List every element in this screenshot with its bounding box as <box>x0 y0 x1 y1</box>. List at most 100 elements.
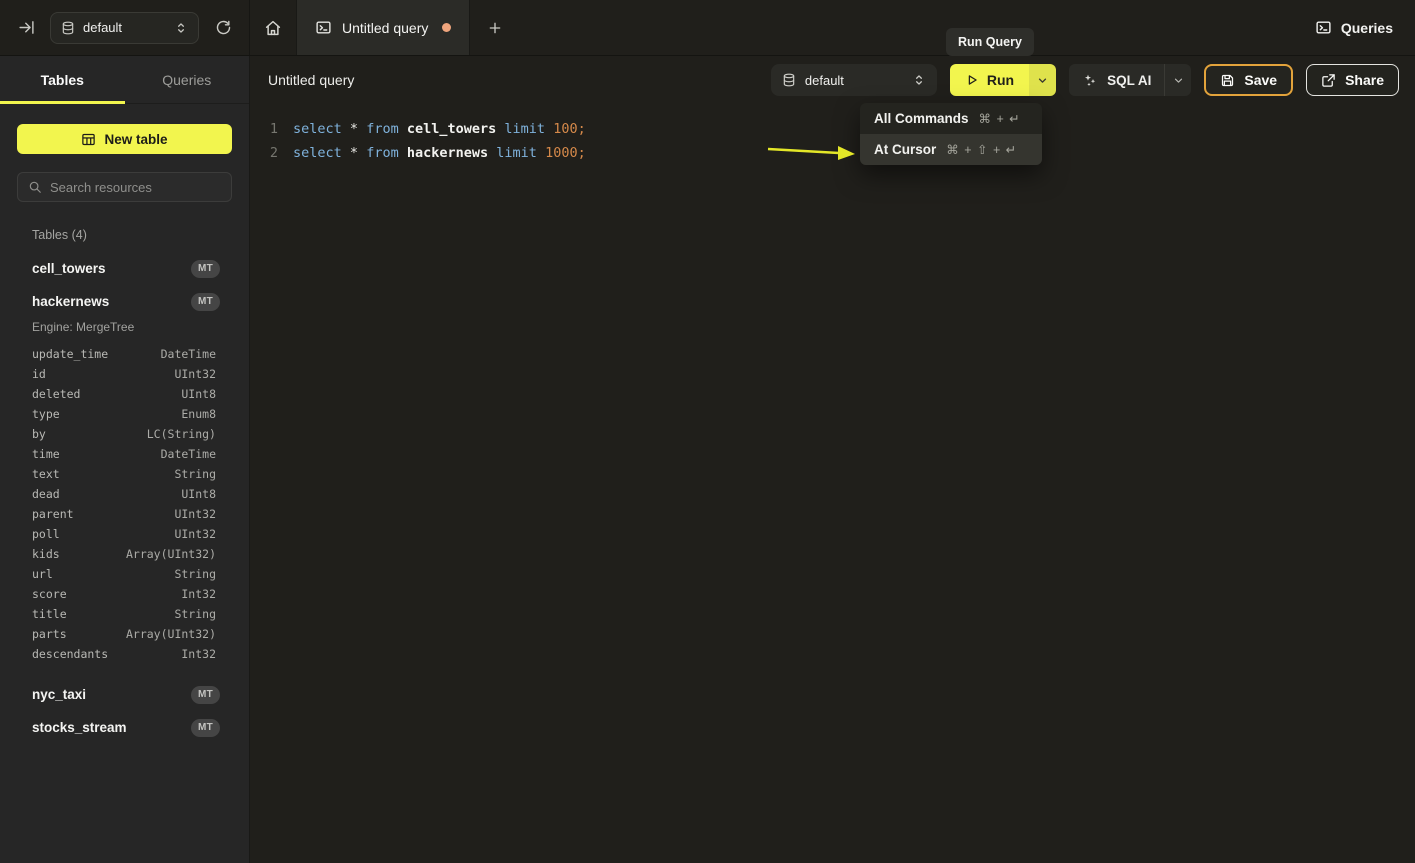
column-type: DateTime <box>161 347 216 361</box>
tab-title: Untitled query <box>342 20 428 36</box>
column-type: UInt8 <box>181 387 216 401</box>
column-row: poll UInt32 <box>32 524 232 544</box>
database-selector[interactable]: default <box>50 12 199 44</box>
engine-badge: MT <box>191 293 220 311</box>
run-menu-item-all-commands[interactable]: All Commands⌘ + ↵ <box>860 103 1042 134</box>
column-row: partsArray(UInt32) <box>32 624 232 644</box>
sidebar-tabs: Tables Queries <box>0 56 249 104</box>
play-icon <box>965 73 979 87</box>
unsaved-changes-dot <box>442 23 451 32</box>
engine-badge: MT <box>191 686 220 704</box>
search-input[interactable] <box>50 180 221 195</box>
table-columns-list: update_timeDateTimeidUInt32 deleted UInt8 t… <box>32 344 232 664</box>
external-link-icon <box>1321 73 1336 88</box>
column-name: text <box>32 467 60 481</box>
sidebar-tab-queries[interactable]: Queries <box>125 56 250 103</box>
column-row: deadUInt8 <box>32 484 232 504</box>
sql-code-area[interactable]: 1select * from cell_towers limit 100;2se… <box>250 104 1415 165</box>
column-type: String <box>174 607 216 621</box>
column-row: text String <box>32 464 232 484</box>
queries-panel-button[interactable]: Queries <box>1315 19 1393 36</box>
column-name: url <box>32 567 53 581</box>
query-console-app: default Untitled query <box>0 0 1415 863</box>
sql-ai-button-label: SQL AI <box>1107 73 1151 88</box>
column-name: kids <box>32 547 60 561</box>
table-name: stocks_stream <box>32 720 127 735</box>
column-name: score <box>32 587 67 601</box>
column-type: String <box>174 467 216 481</box>
run-button-label: Run <box>987 72 1014 88</box>
chevron-updown-icon <box>174 21 188 35</box>
save-button-label: Save <box>1244 72 1277 88</box>
column-type: DateTime <box>161 447 216 461</box>
column-name: poll <box>32 527 60 541</box>
run-button[interactable]: Run <box>950 64 1029 96</box>
column-row: type Enum8 <box>32 404 232 424</box>
new-table-button[interactable]: New table <box>17 124 232 154</box>
run-menu-item-at-cursor[interactable]: At Cursor⌘ + ⇧ + ↵ <box>860 134 1042 165</box>
column-name: by <box>32 427 46 441</box>
refresh-button[interactable] <box>209 14 237 42</box>
sql-ai-options-button[interactable] <box>1164 64 1191 96</box>
menu-item-label: At Cursor <box>874 142 936 157</box>
code-line[interactable]: 2select * from hackernews limit 1000; <box>266 141 1415 165</box>
column-row: score Int32 <box>32 584 232 604</box>
column-row: update_timeDateTime <box>32 344 232 364</box>
code-text: select * from hackernews limit 1000; <box>293 141 586 165</box>
column-row: kids Array(UInt32) <box>32 544 232 564</box>
column-row: time DateTime <box>32 444 232 464</box>
sidebar-tab-tables-label: Tables <box>41 72 84 88</box>
menu-item-shortcut: ⌘ + ↵ <box>979 111 1021 126</box>
table-name: nyc_taxi <box>32 687 86 702</box>
search-box <box>17 172 232 202</box>
editor-header: Untitled query default <box>250 56 1415 104</box>
engine-badge: MT <box>191 719 220 737</box>
column-name: time <box>32 447 60 461</box>
column-row: byLC(String) <box>32 424 232 444</box>
database-icon <box>782 73 796 87</box>
column-type: Int32 <box>181 587 216 601</box>
new-tab-button[interactable] <box>470 0 520 55</box>
chevron-down-icon <box>1036 74 1049 87</box>
sql-ai-button[interactable]: SQL AI <box>1069 64 1164 96</box>
tab-untitled-query[interactable]: Untitled query <box>296 0 470 55</box>
column-row: title String <box>32 604 232 624</box>
column-type: Enum8 <box>181 407 216 421</box>
tables-list: cell_towersMThackernewsMTEngine: MergeTr… <box>17 252 232 744</box>
table-item-nyc_taxi[interactable]: nyc_taxi MT <box>32 678 232 711</box>
table-item-cell_towers[interactable]: cell_towersMT <box>32 252 232 285</box>
share-button[interactable]: Share <box>1306 64 1399 96</box>
sidebar-tab-tables[interactable]: Tables <box>0 56 125 103</box>
run-query-tooltip: Run Query <box>946 28 1034 56</box>
column-row: idUInt32 <box>32 364 232 384</box>
editor-toolbar: default Run <box>771 64 1399 96</box>
sidebar-body: New table Tables (4) cell_towersMThacker… <box>0 104 249 744</box>
run-options-button[interactable] <box>1029 64 1056 96</box>
sidebar-tab-queries-label: Queries <box>162 72 211 88</box>
column-type: UInt32 <box>174 527 216 541</box>
new-table-button-label: New table <box>104 132 167 147</box>
tab-strip: Untitled query Queries <box>250 0 1415 55</box>
run-options-menu: All Commands⌘ + ↵At Cursor⌘ + ⇧ + ↵ <box>860 103 1042 165</box>
column-name: deleted <box>32 387 80 401</box>
run-split-button: Run <box>950 64 1056 96</box>
collapse-sidebar-button[interactable] <box>12 14 40 42</box>
query-editor: Untitled query default <box>250 56 1415 863</box>
column-type: Array(UInt32) <box>126 547 216 561</box>
sidebar: Tables Queries New table <box>0 56 250 863</box>
sparkles-icon <box>1082 72 1098 88</box>
home-button[interactable] <box>250 0 296 55</box>
query-title: Untitled query <box>268 72 354 88</box>
save-button[interactable]: Save <box>1204 64 1293 96</box>
table-item-hackernews[interactable]: hackernewsMT <box>32 285 232 318</box>
code-line[interactable]: 1select * from cell_towers limit 100; <box>266 117 1415 141</box>
plus-icon <box>487 20 503 36</box>
column-name: type <box>32 407 60 421</box>
toolbar-database-selector[interactable]: default <box>771 64 937 96</box>
arrow-to-line-icon <box>18 19 35 36</box>
search-icon <box>28 180 42 194</box>
column-name: title <box>32 607 67 621</box>
column-type: String <box>174 567 216 581</box>
table-item-stocks_stream[interactable]: stocks_stream MT <box>32 711 232 744</box>
queries-button-label: Queries <box>1341 20 1393 36</box>
